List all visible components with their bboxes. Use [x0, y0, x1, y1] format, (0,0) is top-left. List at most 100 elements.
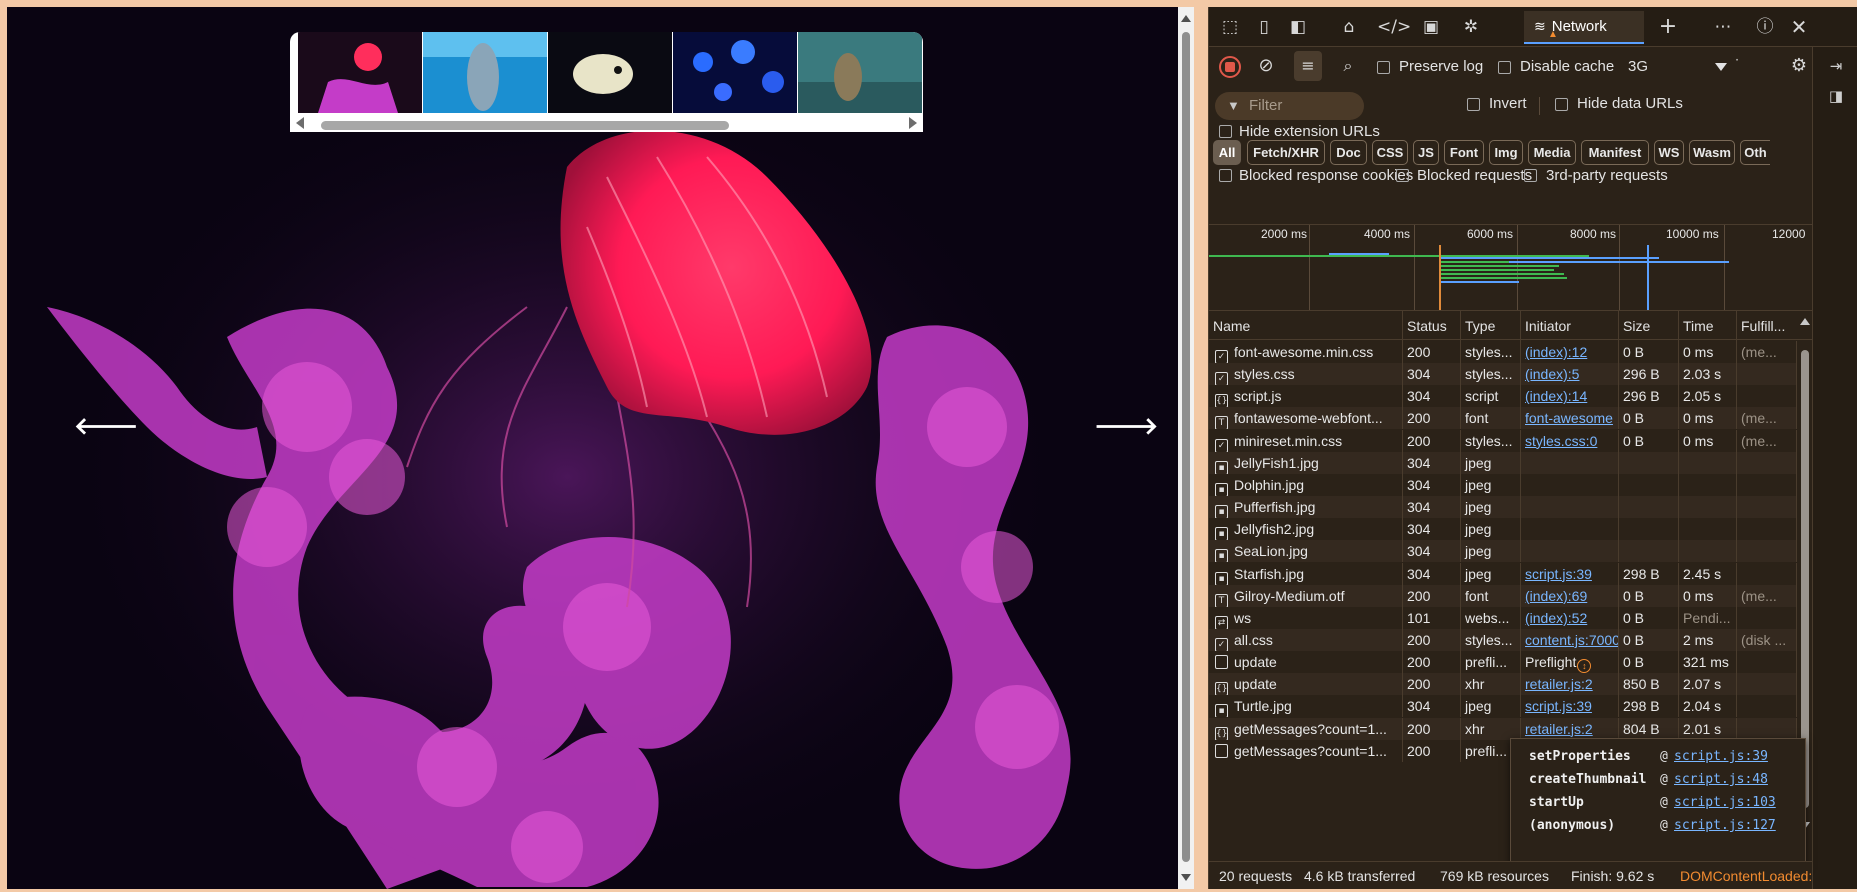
table-row[interactable]: ✓ minireset.min.css 200 styles... styles.css… — [1209, 429, 1797, 452]
type-filter-fetch-xhr[interactable]: Fetch/XHR — [1247, 140, 1325, 165]
table-row[interactable]: ▪ Dolphin.jpg 304 jpeg — [1209, 473, 1797, 496]
add-tab-icon[interactable]: + — [1655, 15, 1681, 39]
network-overview-timeline[interactable]: 2000 ms 4000 ms 6000 ms 8000 ms 10000 ms… — [1209, 224, 1812, 311]
cell-initiator[interactable]: content.js:7000 — [1521, 628, 1619, 651]
cell-initiator[interactable] — [1521, 451, 1619, 474]
thumbnail-scrollbar[interactable] — [290, 114, 923, 131]
cell-initiator[interactable]: script.js:39 — [1521, 695, 1619, 718]
preflight-icon[interactable]: ↕ — [1577, 659, 1592, 674]
table-row[interactable]: ▪ SeaLion.jpg 304 jpeg — [1209, 540, 1797, 563]
help-icon[interactable]: ⓘ — [1752, 15, 1778, 39]
table-row[interactable]: update 200 prefli... Preflight ↕ 0 B 321 ms — [1209, 651, 1797, 674]
type-filter-all[interactable]: All — [1213, 140, 1241, 165]
sources-code-icon[interactable]: </> — [1377, 15, 1411, 39]
table-row[interactable]: ▪ Pufferfish.jpg 304 jpeg — [1209, 496, 1797, 519]
table-row[interactable]: Tfontawesome-webfont... 200 font font-aweso… — [1209, 407, 1797, 430]
scroll-up-icon[interactable] — [1181, 15, 1191, 22]
device-emulation-icon[interactable]: ▯ — [1251, 15, 1277, 39]
close-icon[interactable]: ✕ — [1786, 15, 1812, 39]
clear-icon[interactable]: ⊘ — [1253, 51, 1279, 81]
network-settings-gear-icon[interactable]: ⚙ — [1786, 51, 1812, 81]
page-vertical-scrollbar[interactable] — [1178, 7, 1194, 889]
type-filter-media[interactable]: Media — [1528, 140, 1576, 165]
cell-initiator[interactable] — [1521, 496, 1619, 519]
table-row[interactable]: ✓ styles.css 304 styles... (index):5 296 B 2.0… — [1209, 363, 1797, 386]
scroll-right-icon[interactable] — [909, 117, 917, 129]
inspect-element-icon[interactable]: ⬚ — [1217, 15, 1243, 39]
invert-checkbox[interactable] — [1467, 98, 1480, 111]
cell-initiator[interactable]: font-awesome — [1521, 407, 1619, 430]
blocked-requests-checkbox[interactable] — [1396, 169, 1409, 182]
cell-initiator[interactable] — [1521, 473, 1619, 496]
stack-frame-link[interactable]: script.js:48 — [1674, 770, 1768, 790]
third-party-requests-checkbox[interactable] — [1524, 169, 1537, 182]
cell-initiator[interactable]: (index):12 — [1521, 341, 1619, 363]
thumbnail-jellyfish-blue[interactable] — [673, 32, 797, 113]
bug-icon[interactable]: ✲ — [1458, 15, 1484, 39]
type-filter-wasm[interactable]: Wasm — [1689, 140, 1735, 165]
scroll-up-icon[interactable] — [1800, 318, 1810, 325]
stack-frame-link[interactable]: script.js:39 — [1674, 747, 1768, 767]
cell-initiator[interactable]: (index):5 — [1521, 363, 1619, 386]
scrollbar-thumb[interactable] — [321, 121, 729, 130]
type-filter-css[interactable]: CSS — [1372, 140, 1408, 165]
thumbnail-sealion[interactable] — [798, 32, 922, 113]
cell-initiator[interactable]: Preflight↕ — [1521, 651, 1619, 674]
table-row[interactable]: {} update 200 xhr retailer.js:2 850 B 2.07 s — [1209, 673, 1797, 696]
filter-input[interactable]: ▼ Filter — [1215, 92, 1364, 120]
scroll-down-icon[interactable] — [1181, 874, 1191, 881]
stack-frame-link[interactable]: script.js:103 — [1674, 793, 1776, 813]
cell-initiator[interactable]: styles.css:0 — [1521, 429, 1619, 452]
table-row[interactable]: ▪ Turtle.jpg 304 jpeg script.js:39 298 B 2.04 … — [1209, 695, 1797, 718]
table-row[interactable]: ✓ all.css 200 styles... content.js:7000 0 B 2 … — [1209, 628, 1797, 651]
column-header-time[interactable]: Time — [1679, 311, 1737, 341]
type-filter-img[interactable]: Img — [1489, 140, 1523, 165]
previous-slide-arrow-icon[interactable]: 🡐 — [74, 412, 138, 442]
cell-initiator[interactable] — [1521, 518, 1619, 541]
cell-initiator[interactable]: (index):14 — [1521, 385, 1619, 408]
column-header-initiator[interactable]: Initiator — [1521, 311, 1619, 341]
column-header-status[interactable]: Status — [1403, 311, 1461, 341]
table-row[interactable]: ▪ Starfish.jpg 304 jpeg script.js:39 298 B 2.4… — [1209, 562, 1797, 585]
column-header-type[interactable]: Type — [1461, 311, 1521, 341]
record-icon[interactable] — [1219, 56, 1241, 78]
disable-cache-checkbox[interactable] — [1498, 61, 1511, 74]
throttle-select[interactable]: 3G — [1626, 55, 1731, 79]
hide-data-urls-checkbox[interactable] — [1555, 98, 1568, 111]
preserve-log-checkbox[interactable] — [1377, 61, 1390, 74]
scrollbar-thumb[interactable] — [1182, 32, 1190, 862]
next-slide-arrow-icon[interactable]: 🡒 — [1094, 412, 1158, 442]
type-filter-font[interactable]: Font — [1444, 140, 1484, 165]
dock-side-icon[interactable]: ⇥ — [1824, 54, 1848, 78]
table-row[interactable]: T Gilroy-Medium.otf 200 font (index):69 0 B 0 … — [1209, 584, 1797, 607]
type-filter-js[interactable]: JS — [1413, 140, 1439, 165]
type-filter-other[interactable]: Oth — [1740, 140, 1770, 165]
column-header-size[interactable]: Size — [1619, 311, 1679, 341]
home-icon[interactable]: ⌂ — [1336, 15, 1362, 39]
type-filter-doc[interactable]: Doc — [1330, 140, 1367, 165]
cell-initiator[interactable]: script.js:39 — [1521, 562, 1619, 585]
cell-initiator[interactable]: (index):69 — [1521, 584, 1619, 607]
thumbnail-dolphin[interactable] — [423, 32, 547, 113]
more-network-options-icon[interactable]: · — [1732, 53, 1742, 83]
console-icon[interactable]: ▣ — [1418, 15, 1444, 39]
type-filter-ws[interactable]: WS — [1654, 140, 1684, 165]
table-row[interactable]: ▪ Jellyfish2.jpg 304 jpeg — [1209, 518, 1797, 541]
search-icon[interactable]: ⌕ — [1335, 51, 1361, 81]
table-row[interactable]: {} script.js 304 script (index):14 296 B 2.05 … — [1209, 385, 1797, 408]
blocked-response-cookies-checkbox[interactable] — [1219, 169, 1232, 182]
cell-initiator[interactable]: retailer.js:2 — [1521, 717, 1619, 740]
table-row[interactable]: ⇄ ws 101 webs... (index):52 0 B Pendi... — [1209, 606, 1797, 629]
column-header-name[interactable]: Name — [1209, 311, 1403, 341]
hide-extension-urls-checkbox[interactable] — [1219, 125, 1232, 138]
column-header-fulfilled[interactable]: Fulfill... — [1737, 311, 1797, 341]
stack-frame-link[interactable]: script.js:127 — [1674, 816, 1776, 836]
filter-toggle-icon[interactable]: ≡ — [1294, 51, 1322, 81]
type-filter-manifest[interactable]: Manifest — [1581, 140, 1649, 165]
quick-view-icon[interactable]: ◨ — [1824, 84, 1848, 108]
cell-initiator[interactable]: retailer.js:2 — [1521, 673, 1619, 696]
scroll-left-icon[interactable] — [296, 117, 304, 129]
cell-initiator[interactable] — [1521, 540, 1619, 563]
sidebar-toggle-icon[interactable]: ◧ — [1285, 15, 1311, 39]
table-row[interactable]: {} getMessages?count=1... 200 xhr retailer.j… — [1209, 717, 1797, 740]
